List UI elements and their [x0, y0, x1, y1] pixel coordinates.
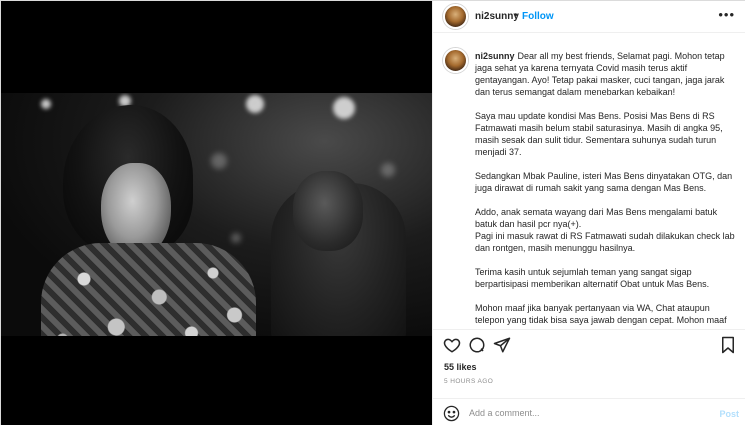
likes-count[interactable]: 55 likes: [444, 362, 477, 372]
subject-batik-shirt: [41, 243, 256, 336]
post-modal: ni2sunny • Follow ••• ni2sunny Dear all m…: [0, 0, 745, 425]
heart-icon[interactable]: [443, 336, 461, 354]
header-username[interactable]: ni2sunny: [475, 11, 519, 22]
caption-paragraph: Terima kasih untuk sejumlah teman yang s…: [475, 267, 710, 289]
post-side-panel: ni2sunny • Follow ••• ni2sunny Dear all m…: [432, 1, 745, 425]
caption-paragraph: Mohon maaf jika banyak pertanyaan via WA…: [475, 303, 727, 325]
background-person-head: [293, 171, 363, 251]
caption-paragraph: Sedangkan Mbak Pauline, isteri Mas Bens …: [475, 171, 733, 193]
caption-avatar[interactable]: [443, 48, 468, 73]
caption-paragraph: Saya mau update kondisi Mas Bens. Posisi…: [475, 111, 723, 157]
action-bar: [433, 329, 745, 359]
caption-text: ni2sunny Dear all my best friends, Selama…: [475, 50, 737, 327]
post-header: ni2sunny • Follow •••: [433, 1, 745, 33]
avatar[interactable]: [443, 4, 468, 29]
media-panel: [1, 1, 432, 425]
post-timestamp[interactable]: 5 HOURS AGO: [444, 378, 493, 385]
post-photo[interactable]: [1, 93, 432, 336]
comment-input[interactable]: [469, 405, 709, 421]
caption-paragraph: Addo, anak semata wayang dari Mas Bens m…: [475, 207, 718, 229]
bokeh-light: [41, 99, 51, 109]
caption-paragraph: ni2sunny Dear all my best friends, Selama…: [475, 50, 737, 98]
share-icon[interactable]: [493, 336, 511, 354]
comment-icon[interactable]: [468, 336, 486, 354]
bokeh-light: [381, 163, 395, 177]
post-comment-button[interactable]: Post: [719, 409, 739, 419]
separator-dot: •: [514, 10, 518, 21]
bokeh-light: [246, 95, 264, 113]
more-options-icon[interactable]: •••: [718, 7, 735, 22]
caption-paragraph: Pagi ini masuk rawat di RS Fatmawati sud…: [475, 231, 735, 253]
bokeh-light: [211, 153, 227, 169]
bokeh-light: [333, 97, 355, 119]
bokeh-light: [231, 233, 241, 243]
caption-area: ni2sunny Dear all my best friends, Selama…: [433, 41, 745, 327]
comment-bar: Post: [433, 398, 745, 425]
bookmark-icon[interactable]: [719, 336, 737, 354]
emoji-icon[interactable]: [443, 405, 460, 422]
caption-username[interactable]: ni2sunny: [475, 51, 515, 61]
follow-button[interactable]: Follow: [522, 11, 554, 22]
